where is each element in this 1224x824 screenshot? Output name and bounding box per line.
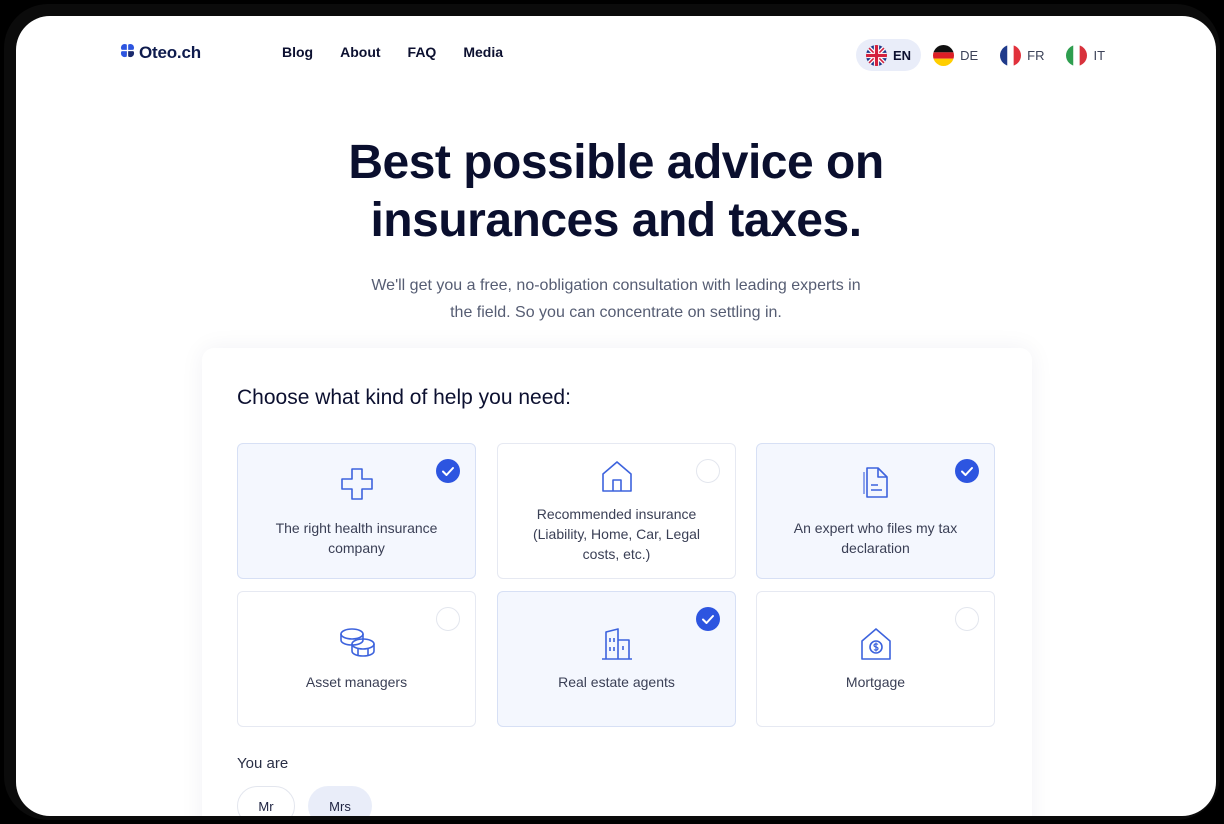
language-code: EN — [893, 47, 912, 63]
language-option-de[interactable]: DE — [923, 39, 988, 71]
option-health-insurance[interactable]: The right health insurance company — [237, 443, 476, 579]
hero-title-line: Best possible advice on — [348, 136, 884, 189]
checkmark-icon — [436, 459, 460, 483]
checkmark-icon — [955, 459, 979, 483]
nav-link-blog[interactable]: Blog — [282, 44, 313, 60]
option-label: Real estate agents — [558, 674, 675, 690]
browser-viewport: Oteo.ch Blog About FAQ Media EN DE FR IT… — [16, 16, 1216, 816]
hero-subtitle-line: We'll get you a free, no-obligation cons… — [371, 277, 861, 294]
nav-link-about[interactable]: About — [340, 44, 380, 60]
main-nav: Blog About FAQ Media — [282, 44, 530, 60]
checkbox-empty-icon — [955, 607, 979, 631]
option-mortgage[interactable]: Mortgage — [756, 591, 995, 727]
nav-link-media[interactable]: Media — [463, 44, 503, 60]
option-asset-managers[interactable]: Asset managers — [237, 591, 476, 727]
salutation-mrs-button[interactable]: Mrs — [308, 786, 372, 816]
option-tax-declaration[interactable]: An expert who files my tax declaration — [756, 443, 995, 579]
uk-flag-icon — [866, 44, 887, 66]
medical-cross-icon — [339, 466, 375, 507]
option-label: An expert who files my tax declaration — [793, 520, 958, 556]
language-switcher: EN DE FR IT — [856, 39, 1117, 71]
hero-subtitle-line: the field. So you can concentrate on set… — [450, 304, 782, 321]
salutation-label: You are — [237, 755, 289, 772]
hero-subtitle: We'll get you a free, no-obligation cons… — [336, 272, 896, 326]
language-code: FR — [1027, 47, 1045, 63]
document-icon — [858, 464, 894, 505]
device-frame: Oteo.ch Blog About FAQ Media EN DE FR IT… — [4, 4, 1220, 820]
house-icon — [599, 458, 635, 499]
language-code: IT — [1093, 47, 1106, 63]
checkbox-empty-icon — [696, 459, 720, 483]
nav-link-faq[interactable]: FAQ — [408, 44, 437, 60]
buildings-icon — [599, 626, 635, 667]
option-label: Mortgage — [845, 674, 906, 690]
option-real-estate-agents[interactable]: Real estate agents — [497, 591, 736, 727]
hero-title-line: insurances and taxes. — [370, 194, 862, 247]
option-label: Recommended insurance (Liability, Home, … — [532, 506, 701, 562]
hero-title: Best possible advice on insurances and t… — [16, 134, 1216, 250]
logo-icon — [120, 43, 135, 63]
logo-text: Oteo.ch — [139, 43, 201, 62]
option-label: The right health insurance company — [275, 520, 438, 556]
coins-icon — [337, 626, 377, 663]
language-option-it[interactable]: IT — [1056, 39, 1115, 71]
logo[interactable]: Oteo.ch — [120, 43, 201, 63]
salutation-mr-button[interactable]: Mr — [237, 786, 295, 816]
option-label: Asset managers — [305, 674, 408, 690]
language-option-en[interactable]: EN — [856, 39, 922, 71]
italy-flag-icon — [1066, 44, 1088, 66]
checkmark-icon — [696, 607, 720, 631]
help-form-card — [202, 348, 1032, 816]
language-option-fr[interactable]: FR — [990, 39, 1054, 71]
option-recommended-insurance[interactable]: Recommended insurance (Liability, Home, … — [497, 443, 736, 579]
france-flag-icon — [1000, 44, 1022, 66]
language-code: DE — [960, 47, 979, 63]
help-form-question: Choose what kind of help you need: — [237, 386, 571, 409]
house-dollar-icon — [858, 626, 894, 667]
checkbox-empty-icon — [436, 607, 460, 631]
germany-flag-icon — [933, 44, 955, 66]
